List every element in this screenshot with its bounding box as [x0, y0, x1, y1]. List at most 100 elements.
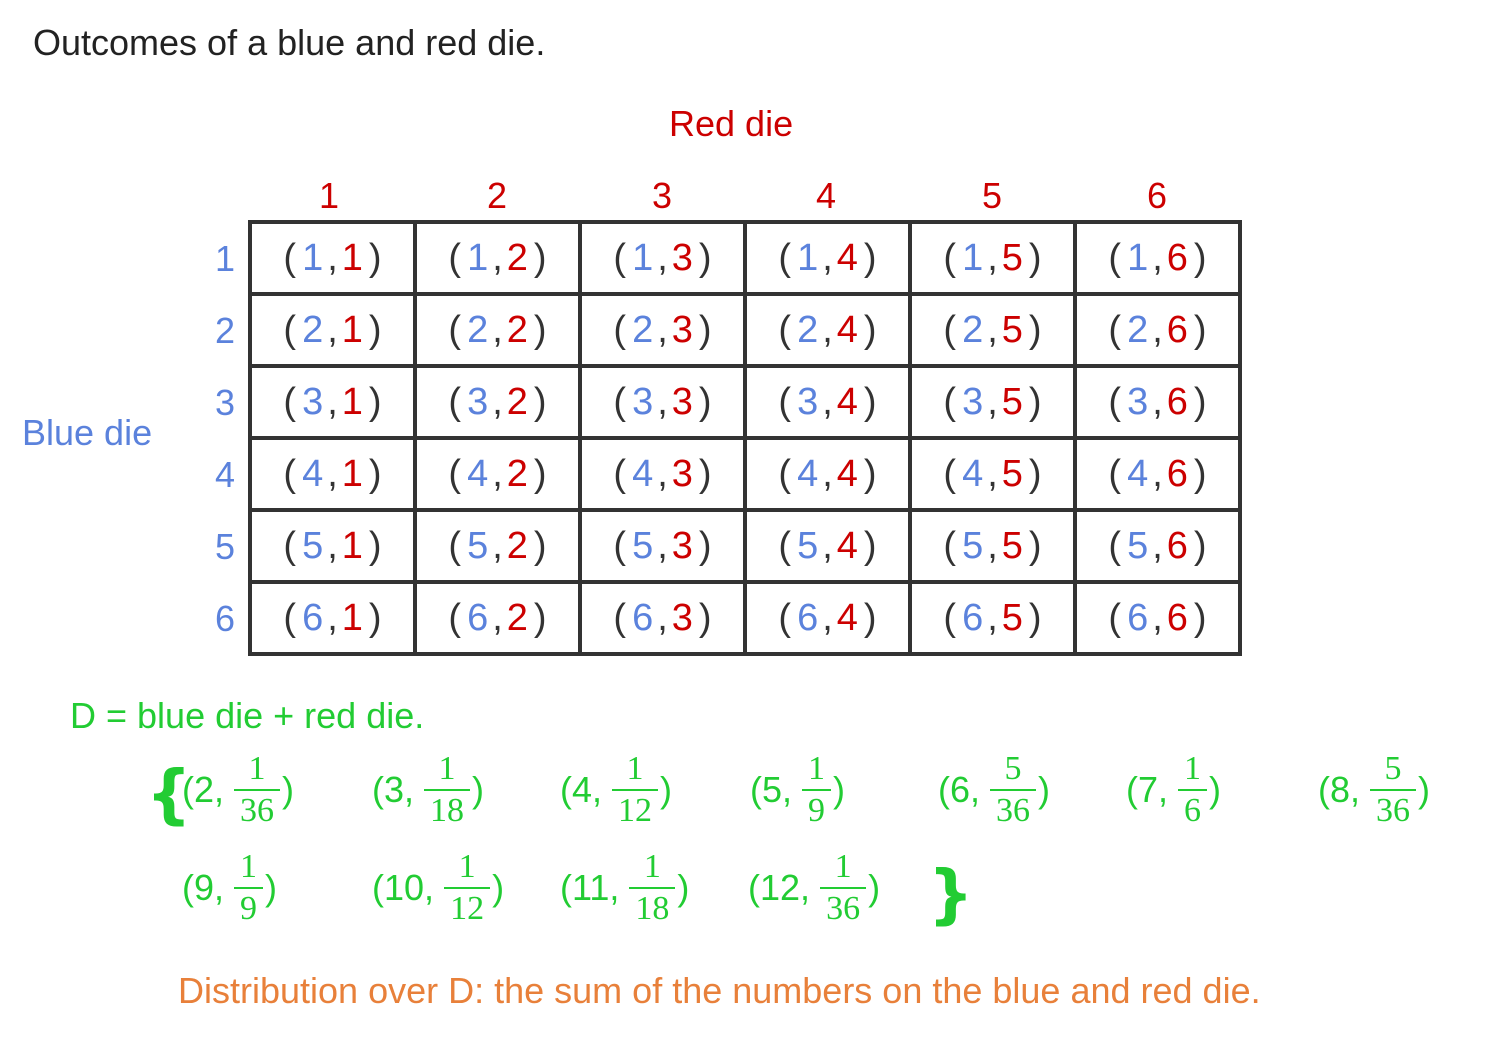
red-value: 1: [341, 524, 363, 567]
grid-row: (4, 1)(4, 2)(4, 3)(4, 4)(4, 5)(4, 6): [248, 436, 1242, 512]
red-value: 4: [836, 236, 858, 279]
open-paren: (: [283, 236, 297, 279]
distribution-pair: ( 6, 5 36): [938, 752, 1050, 828]
probability-fraction: 19: [802, 752, 832, 828]
outcome-cell: (1, 6): [1073, 220, 1242, 296]
open-paren: (: [943, 236, 957, 279]
outcome-cell: (5, 2): [413, 508, 582, 584]
open-paren: (: [283, 380, 297, 423]
blue-value: 3: [302, 380, 324, 423]
grid-row: (5, 1)(5, 2)(5, 3)(5, 4)(5, 5)(5, 6): [248, 508, 1242, 584]
row-header-4: 4: [214, 454, 236, 495]
outcome-cell: (5, 5): [908, 508, 1077, 584]
red-value: 4: [836, 596, 858, 639]
comma: ,: [987, 452, 998, 495]
open-paren: (: [448, 380, 462, 423]
blue-value: 3: [1127, 380, 1149, 423]
red-value: 3: [671, 524, 693, 567]
outcome-cell: (3, 1): [248, 364, 417, 440]
comma: ,: [782, 769, 793, 810]
close-paren: ): [863, 524, 877, 567]
outcome-cell: (3, 5): [908, 364, 1077, 440]
close-paren: ): [1028, 308, 1042, 351]
open-paren: (: [1108, 596, 1122, 639]
outcome-cell: (4, 3): [578, 436, 747, 512]
comma: ,: [987, 524, 998, 567]
close-paren: ): [533, 308, 547, 351]
row-header-2: 2: [214, 310, 236, 351]
blue-value: 1: [302, 236, 324, 279]
comma: ,: [1158, 769, 1169, 810]
outcomes-grid: (1, 1)(1, 2)(1, 3)(1, 4)(1, 5)(1, 6)(2, 1)(2, 2)…: [248, 220, 1242, 656]
fraction-numerator: 5: [1384, 750, 1402, 787]
fraction-numerator: 1: [626, 750, 644, 787]
comma: ,: [327, 380, 338, 423]
close-paren: ): [368, 524, 382, 567]
sum-value: 12: [760, 867, 801, 908]
open-paren: (: [448, 524, 462, 567]
red-value: 3: [671, 380, 693, 423]
fraction-numerator: 1: [240, 848, 258, 885]
blue-value: 6: [962, 596, 984, 639]
outcome-cell: (4, 1): [248, 436, 417, 512]
red-value: 1: [341, 380, 363, 423]
comma: ,: [822, 596, 833, 639]
red-value: 6: [1166, 236, 1188, 279]
open-paren: (: [1108, 308, 1122, 351]
blue-value: 5: [302, 524, 324, 567]
open-paren: (: [613, 236, 627, 279]
comma: ,: [987, 236, 998, 279]
fraction-denominator: 36: [990, 789, 1037, 828]
close-paren: ): [698, 308, 712, 351]
red-value: 5: [1001, 380, 1023, 423]
close-paren: ): [533, 596, 547, 639]
outcome-cell: (2, 6): [1073, 292, 1242, 368]
comma: ,: [492, 308, 503, 351]
row-header-6: 6: [214, 598, 236, 639]
blue-value: 3: [467, 380, 489, 423]
red-value: 5: [1001, 596, 1023, 639]
red-value: 1: [341, 308, 363, 351]
open-paren: (: [560, 867, 572, 908]
close-paren: ): [833, 769, 846, 810]
close-paren: ): [1193, 452, 1207, 495]
blue-value: 3: [797, 380, 819, 423]
definition-text: D = blue die + red die.: [70, 695, 425, 736]
blue-value: 2: [1127, 308, 1149, 351]
open-paren: (: [613, 596, 627, 639]
outcome-cell: (6, 1): [248, 580, 417, 656]
red-value: 5: [1001, 452, 1023, 495]
outcome-cell: (2, 4): [743, 292, 912, 368]
open-paren: (: [613, 380, 627, 423]
fraction-numerator: 1: [643, 848, 661, 885]
fraction-denominator: 18: [629, 887, 676, 926]
open-paren: (: [943, 596, 957, 639]
fraction-denominator: 12: [612, 789, 659, 828]
open-paren: (: [182, 867, 194, 908]
fraction-denominator: 12: [444, 887, 491, 926]
col-header-6: 6: [1146, 175, 1168, 216]
close-paren: ): [1193, 308, 1207, 351]
blue-value: 4: [467, 452, 489, 495]
page-title: Outcomes of a blue and red die.: [33, 22, 546, 63]
fraction-denominator: 36: [1370, 789, 1417, 828]
comma: ,: [327, 596, 338, 639]
red-value: 6: [1166, 452, 1188, 495]
close-paren: ): [863, 596, 877, 639]
sum-value: 3: [384, 769, 405, 810]
comma: ,: [327, 236, 338, 279]
blue-value: 6: [797, 596, 819, 639]
close-paren: ): [1028, 380, 1042, 423]
red-value: 4: [836, 308, 858, 351]
probability-fraction: 16: [1178, 752, 1208, 828]
outcome-cell: (5, 1): [248, 508, 417, 584]
col-header-3: 3: [651, 175, 673, 216]
outcome-cell: (2, 1): [248, 292, 417, 368]
comma: ,: [822, 308, 833, 351]
close-paren: ): [1028, 524, 1042, 567]
outcome-cell: (6, 2): [413, 580, 582, 656]
comma: ,: [492, 452, 503, 495]
close-paren: ): [472, 769, 485, 810]
red-value: 3: [671, 308, 693, 351]
close-paren: ): [492, 867, 505, 908]
